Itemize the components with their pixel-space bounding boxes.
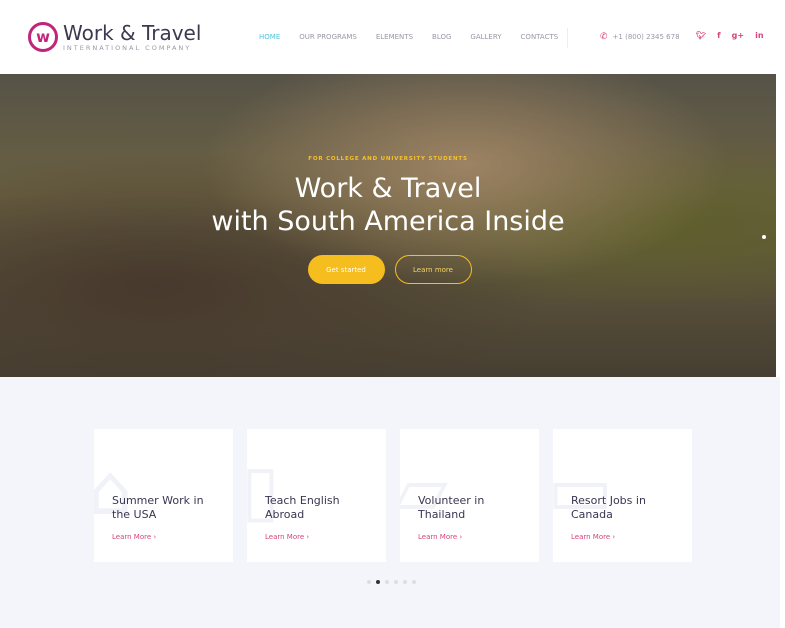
twitter-icon[interactable]: 🐦︎ <box>696 31 706 40</box>
logo[interactable]: w Work & Travel INTERNATIONAL COMPANY <box>28 22 201 52</box>
pagination-dot[interactable] <box>403 580 407 584</box>
learn-more-link[interactable]: Learn More › <box>418 533 462 541</box>
program-card[interactable]: ▯ Teach English Abroad Learn More › <box>247 429 386 562</box>
program-card[interactable]: ▱ Volunteer in Thailand Learn More › <box>400 429 539 562</box>
pagination-dot[interactable] <box>385 580 389 584</box>
pagination-dot[interactable] <box>367 580 371 584</box>
hero-eyebrow: FOR COLLEGE AND UNIVERSITY STUDENTS <box>308 156 468 162</box>
program-title: Summer Work in the USA <box>112 494 204 521</box>
logo-subtitle: INTERNATIONAL COMPANY <box>63 43 192 52</box>
nav-our-programs[interactable]: OUR PROGRAMS <box>299 33 357 41</box>
pagination-dot[interactable] <box>394 580 398 584</box>
program-card[interactable]: ⌂ Summer Work in the USA Learn More › <box>94 429 233 562</box>
learn-more-button[interactable]: Learn more <box>394 255 472 284</box>
phone[interactable]: ✆ +1 (800) 2345 678 <box>600 32 680 42</box>
program-title: Volunteer in Thailand <box>418 494 485 521</box>
hero-title-line2: with South America Inside <box>211 206 565 237</box>
pagination-dot-active[interactable] <box>376 580 380 584</box>
nav-gallery[interactable]: GALLERY <box>470 33 501 41</box>
phone-number: +1 (800) 2345 678 <box>612 33 680 41</box>
program-card[interactable]: ▭ Resort Jobs in Canada Learn More › <box>553 429 692 562</box>
get-started-button[interactable]: Get started <box>307 255 385 284</box>
program-title: Teach English Abroad <box>265 494 340 521</box>
phone-icon: ✆ <box>600 32 608 42</box>
hero-slider: FOR COLLEGE AND UNIVERSITY STUDENTS Work… <box>0 74 776 377</box>
nav-blog[interactable]: BLOG <box>432 33 451 41</box>
carousel-pagination <box>367 580 416 584</box>
learn-more-link[interactable]: Learn More › <box>571 533 615 541</box>
nav-home[interactable]: HOME <box>259 33 280 41</box>
header: w Work & Travel INTERNATIONAL COMPANY HO… <box>0 0 785 74</box>
learn-more-link[interactable]: Learn More › <box>265 533 309 541</box>
main-nav: HOME OUR PROGRAMS ELEMENTS BLOG GALLERY … <box>259 33 558 41</box>
nav-contacts[interactable]: CONTACTS <box>521 33 559 41</box>
logo-icon: w <box>28 22 58 52</box>
program-title: Resort Jobs in Canada <box>571 494 646 521</box>
divider <box>567 28 568 48</box>
linkedin-icon[interactable]: in <box>755 31 763 40</box>
logo-title: Work & Travel <box>63 20 202 45</box>
google-plus-icon[interactable]: g+ <box>732 31 744 40</box>
social-links: 🐦︎ f g+ in <box>696 31 764 40</box>
hero-title-line1: Work & Travel <box>294 173 482 204</box>
programs-section: ⌂ Summer Work in the USA Learn More › ▯ … <box>0 377 780 628</box>
facebook-icon[interactable]: f <box>717 31 720 40</box>
learn-more-link[interactable]: Learn More › <box>112 533 156 541</box>
nav-elements[interactable]: ELEMENTS <box>376 33 413 41</box>
pagination-dot[interactable] <box>412 580 416 584</box>
hero-title: Work & Travel with South America Inside <box>0 172 776 238</box>
slider-dot[interactable] <box>762 235 766 239</box>
